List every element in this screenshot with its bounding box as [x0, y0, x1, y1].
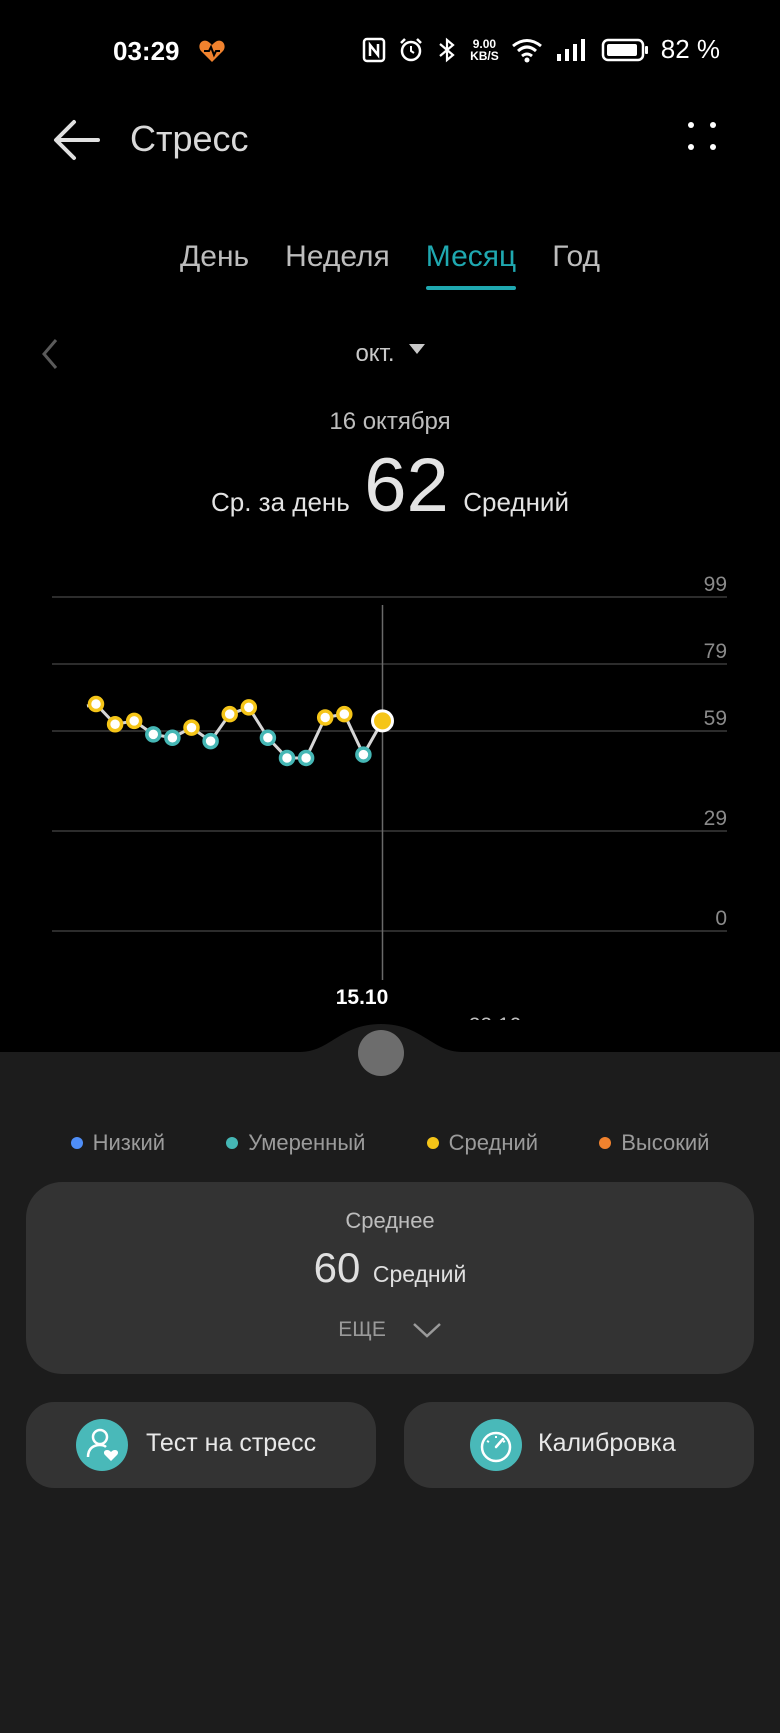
bluetooth-icon	[439, 37, 455, 62]
average-value-row: 60 Средний	[26, 1244, 754, 1292]
stress-legend: Низкий Умеренный Средний Высокий	[0, 1130, 780, 1156]
back-arrow-icon[interactable]	[48, 110, 108, 170]
tab-year[interactable]: Год	[534, 240, 618, 296]
chart-scrubber-handle[interactable]	[358, 1030, 404, 1076]
more-options-icon[interactable]	[682, 118, 722, 158]
tab-week[interactable]: Неделя	[267, 240, 408, 296]
data-point	[297, 749, 315, 767]
chevron-down-icon	[412, 1323, 441, 1339]
stress-test-icon	[76, 1419, 128, 1471]
data-point	[278, 749, 296, 767]
selected-day-summary: Ср. за день 62 Средний	[0, 442, 780, 529]
legend-label: Средний	[448, 1130, 539, 1155]
daily-average-value: 62	[364, 443, 449, 528]
legend-high: Высокий	[599, 1130, 709, 1156]
alarm-icon	[400, 37, 422, 61]
signal-icon	[556, 38, 585, 61]
stress-test-label: Тест на стресс	[146, 1429, 317, 1457]
data-point	[355, 746, 372, 763]
y-tick-label: 99	[704, 573, 727, 596]
y-tick-label: 59	[704, 707, 727, 730]
network-speed-unit: KB/S	[470, 48, 499, 63]
x-tick-label: 29.10	[602, 1017, 655, 1020]
battery-percent: 82 %	[660, 34, 720, 64]
data-point	[259, 729, 277, 746]
legend-dot	[426, 1137, 439, 1149]
x-tick-label: 08.10	[203, 1017, 256, 1020]
data-point	[240, 699, 258, 716]
average-value: 60	[313, 1244, 361, 1291]
data-point	[371, 709, 394, 733]
data-point	[164, 729, 181, 746]
legend-dot	[70, 1137, 83, 1149]
x-tick-label: 01.10	[70, 1017, 123, 1020]
page-title: Стресс	[130, 118, 249, 159]
legend-label: Высокий	[621, 1130, 710, 1155]
data-point	[87, 695, 105, 713]
legend-low: Низкий	[70, 1130, 166, 1156]
nfc-icon	[362, 37, 386, 62]
legend-medium: Средний	[426, 1130, 539, 1156]
battery-icon	[601, 38, 648, 61]
selected-x-label: 15.10	[336, 986, 389, 1009]
gauge-icon	[470, 1419, 522, 1471]
legend-label: Низкий	[92, 1130, 166, 1155]
status-time: 03:29	[113, 36, 180, 66]
data-point	[316, 709, 334, 726]
health-app-icon	[199, 40, 225, 62]
tab-month[interactable]: Месяц	[408, 240, 534, 296]
month-dropdown-label: окт.	[355, 340, 395, 367]
legend-moderate: Умеренный	[226, 1130, 365, 1156]
data-point	[183, 719, 200, 736]
more-button[interactable]: ЕЩЕ	[26, 1318, 754, 1342]
daily-average-level: Средний	[463, 487, 569, 517]
tab-day[interactable]: День	[162, 240, 267, 296]
daily-average-label: Ср. за день	[211, 487, 350, 517]
network-speed-value: 9.00	[472, 36, 497, 51]
data-point	[125, 712, 143, 730]
data-point	[106, 716, 124, 733]
stress-line-chart[interactable]: 99 79 59 29 0 01.10 08.10 15.10 22.10 29.10	[0, 560, 780, 1020]
period-tabs: День Неделя Месяц Год	[0, 240, 780, 296]
data-point	[202, 732, 219, 750]
calibration-label: Калибровка	[538, 1429, 676, 1457]
y-tick-label: 79	[704, 640, 727, 663]
average-level: Средний	[372, 1261, 467, 1287]
wifi-icon	[511, 38, 542, 62]
dropdown-triangle-icon	[408, 343, 425, 354]
y-tick-label: 0	[715, 907, 727, 930]
x-tick-label: 22.10	[469, 1014, 522, 1020]
month-dropdown[interactable]: окт.	[0, 340, 780, 368]
legend-label: Умеренный	[248, 1130, 366, 1155]
stress-test-button[interactable]: Тест на стресс	[26, 1402, 376, 1488]
data-point	[145, 726, 162, 743]
average-card: Среднее 60 Средний ЕЩЕ	[26, 1182, 754, 1374]
data-point	[336, 705, 353, 723]
average-title: Среднее	[345, 1208, 435, 1233]
network-speed: 9.00 KB/S	[470, 38, 499, 62]
legend-dot	[226, 1137, 239, 1149]
calibration-button[interactable]: Калибровка	[404, 1402, 754, 1488]
legend-dot	[599, 1137, 612, 1149]
selected-date: 16 октября	[329, 408, 451, 435]
more-label: ЕЩЕ	[338, 1318, 386, 1341]
data-point	[221, 705, 238, 723]
y-tick-label: 29	[704, 807, 727, 830]
status-icons: 9.00 KB/S 82 %	[362, 34, 720, 65]
